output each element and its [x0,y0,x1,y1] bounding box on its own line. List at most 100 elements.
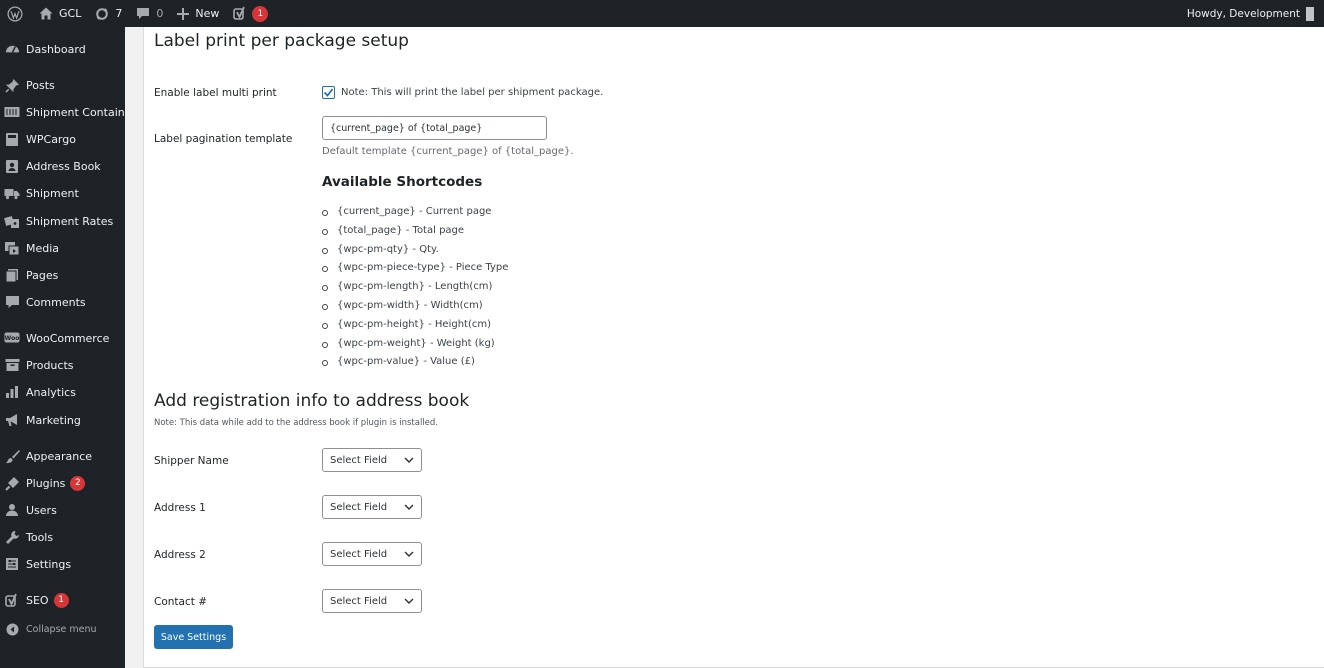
address2-select[interactable]: Select Field [322,542,422,566]
sidebar-item-comments[interactable]: Comments [0,290,125,314]
sidebar-item-media[interactable]: Media [0,236,125,260]
select-value: Select Field [330,548,388,560]
sidebar-item-dashboard[interactable]: Dashboard [0,37,125,61]
seo-adminbar-link[interactable]: 1 [226,0,275,27]
multi-print-checkbox[interactable] [322,86,335,99]
checkmark-icon [323,88,334,97]
collapse-icon [4,621,20,637]
shortcode-item: {wpc-pm-piece-type} - Piece Type [322,259,508,278]
pagination-template-description: Default template {current_page} of {tota… [322,146,574,157]
truck-icon [4,185,20,201]
plug-icon [4,475,20,491]
media-icon [4,240,20,256]
admin-bar: GCL 7 0 New 1 Howdy, Development [0,0,1324,27]
sidebar-item-plugins[interactable]: Plugins 2 [0,471,125,495]
sidebar-item-woocommerce[interactable]: Woo WooCommerce [0,326,125,350]
sidebar-item-label: Address Book [26,159,101,173]
sidebar-item-label: WooCommerce [26,331,110,345]
sidebar-item-label: Media [26,241,60,255]
pagination-template-input[interactable]: {current_page} of {total_page} [322,116,547,140]
sidebar-item-label: Shipment Rates [26,214,114,228]
new-label: New [195,7,220,20]
yoast-icon [4,592,20,608]
sidebar-item-posts[interactable]: Posts [0,73,125,97]
address-book-icon [4,158,20,174]
sidebar-item-users[interactable]: Users [0,498,125,522]
multi-print-note: Note: This will print the label per ship… [341,87,604,98]
plugins-update-badge: 2 [70,475,86,491]
contact-select[interactable]: Select Field [322,589,422,613]
brush-icon [4,448,20,464]
howdy-text: Howdy, Development [1186,7,1300,20]
sidebar-item-tools[interactable]: Tools [0,525,125,549]
address1-label: Address 1 [154,502,206,514]
updates-icon [95,7,109,21]
sidebar-item-label: Shipment [26,186,79,200]
shipper-name-select[interactable]: Select Field [322,448,422,472]
sidebar-item-label: Plugins [26,476,66,490]
chevron-down-icon [404,504,414,510]
contact-label: Contact # [154,596,207,608]
save-settings-button[interactable]: Save Settings [154,625,233,649]
shortcode-item: {wpc-pm-value} - Value (£) [322,353,508,372]
wordpress-logo-button[interactable] [0,0,30,27]
updates-count: 7 [115,7,123,20]
sidebar-item-label: Marketing [26,413,81,427]
seo-badge: 1 [252,5,269,22]
site-name: GCL [59,7,82,20]
select-value: Select Field [330,501,388,513]
home-icon [39,7,53,20]
svg-text:Woo: Woo [5,335,20,342]
book-icon [4,131,20,147]
avatar [1306,6,1314,21]
settings-panel: Label print per package setup Enable lab… [143,27,1324,668]
pagination-template-label: Label pagination template [154,133,293,145]
shortcode-item: {current_page} - Current page [322,203,508,222]
sidebar-item-label: Users [26,503,57,517]
pages-icon [4,267,20,283]
new-content-link[interactable]: New [170,0,226,27]
shortcode-item: {wpc-pm-qty} - Qty. [322,241,508,260]
sidebar-item-label: Products [26,358,74,372]
pin-icon [4,77,20,93]
wordpress-icon [7,5,23,22]
rates-icon [4,213,20,229]
woo-icon: Woo [4,330,20,346]
sidebar-item-shipment-rates[interactable]: Shipment Rates [0,209,125,233]
sidebar-item-label: Pages [26,268,59,282]
section-title-label-print: Label print per package setup [154,31,409,51]
sidebar-item-wpcargo[interactable]: WPCargo [0,127,125,151]
sidebar-item-shipment-container[interactable]: Shipment Container [0,100,125,124]
admin-sidebar: Dashboard Posts Shipment Container WPCar… [0,27,125,668]
collapse-menu-button[interactable]: Collapse menu [0,617,125,641]
sidebar-item-settings[interactable]: Settings [0,552,125,576]
sidebar-item-label: Shipment Container [26,105,125,119]
updates-link[interactable]: 7 [88,0,129,27]
sidebar-item-label: Analytics [26,385,76,399]
sidebar-item-address-book[interactable]: Address Book [0,154,125,178]
shortcode-item: {wpc-pm-length} - Length(cm) [322,278,508,297]
sidebar-item-analytics[interactable]: Analytics [0,380,125,404]
sidebar-item-label: Appearance [26,449,93,463]
select-value: Select Field [330,595,388,607]
multi-print-label: Enable label multi print [154,87,277,99]
sidebar-item-label: SEO [26,593,49,607]
comments-link[interactable]: 0 [129,0,170,27]
address1-select[interactable]: Select Field [322,495,422,519]
select-value: Select Field [330,454,388,466]
site-name-link[interactable]: GCL [30,0,88,27]
plus-icon [177,7,190,20]
dashboard-icon [4,41,20,57]
chevron-down-icon [404,551,414,557]
sidebar-item-pages[interactable]: Pages [0,263,125,287]
sidebar-item-shipment[interactable]: Shipment [0,181,125,205]
sidebar-item-label: Settings [26,557,72,571]
collapse-menu-label: Collapse menu [26,623,97,635]
sidebar-item-products[interactable]: Products [0,353,125,377]
sidebar-item-marketing[interactable]: Marketing [0,408,125,432]
shortcode-item: {total_page} - Total page [322,222,508,241]
chevron-down-icon [404,598,414,604]
sidebar-item-appearance[interactable]: Appearance [0,444,125,468]
my-account-link[interactable]: Howdy, Development [1180,0,1324,27]
sidebar-item-seo[interactable]: SEO 1 [0,588,125,612]
